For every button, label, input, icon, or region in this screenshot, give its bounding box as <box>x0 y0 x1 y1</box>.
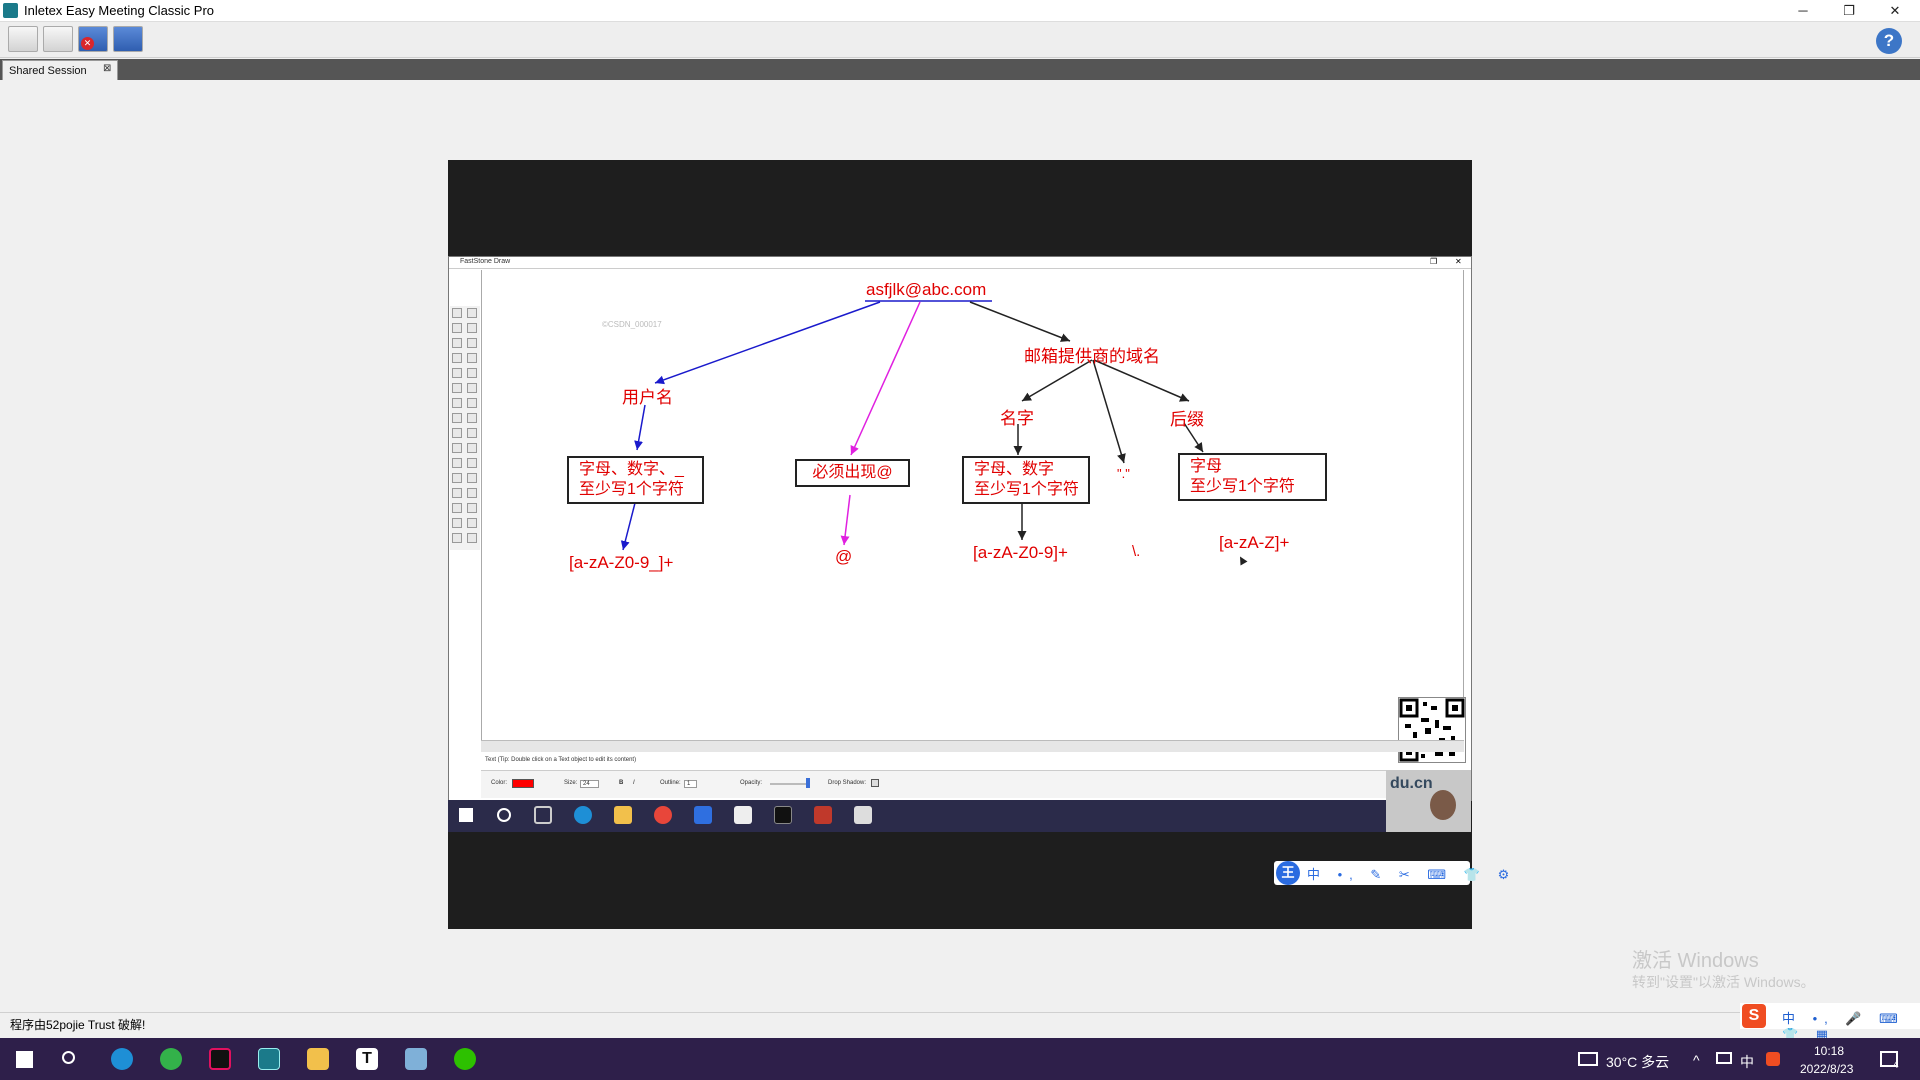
name-box-line1: 字母、数字 <box>974 461 1055 478</box>
diagram-username: 用户名 <box>622 388 673 407</box>
remote-jetbrains-icon[interactable] <box>774 806 792 824</box>
csdn-watermark: ©CSDN_000017 <box>602 320 662 329</box>
arrow-root-username <box>654 301 881 385</box>
outline-spinner[interactable]: 1 <box>684 780 698 788</box>
remote-faststone-icon[interactable] <box>814 806 832 824</box>
presenter-avatar <box>1430 790 1456 820</box>
diagram-dot-regex: \. <box>1132 543 1141 560</box>
diagram-name-regex: [a-zA-Z0-9]+ <box>973 543 1068 562</box>
faststone-hint: Text (Tip: Double click on a Text object… <box>485 757 637 763</box>
size-label: Size: <box>564 780 578 786</box>
diagram-at-box: 必须出现@ <box>795 459 910 487</box>
username-box-line2: 至少写1个字符 <box>579 481 684 498</box>
weather-icon <box>1578 1052 1598 1066</box>
clock-time[interactable]: 10:18 <box>1814 1044 1844 1058</box>
tray-chevron-icon[interactable]: ^ <box>1693 1052 1700 1068</box>
typora-icon[interactable]: T <box>356 1048 378 1070</box>
clock-date[interactable]: 2022/8/23 <box>1800 1062 1853 1076</box>
arrow-username-box <box>634 404 646 451</box>
remote-edge-icon[interactable] <box>574 806 592 824</box>
remote-chrome-icon[interactable] <box>654 806 672 824</box>
qr-pattern-icon <box>1399 698 1465 762</box>
file-explorer-icon[interactable] <box>307 1048 329 1070</box>
canvas-horizontal-scrollbar[interactable] <box>481 740 1464 752</box>
suffix-box-line1: 字母 <box>1190 458 1223 475</box>
remote-photos-icon[interactable] <box>854 806 872 824</box>
name-box-line2: 至少写1个字符 <box>974 481 1079 498</box>
sogou-ime-icon[interactable]: S <box>1742 1004 1766 1028</box>
remote-start-icon[interactable] <box>459 808 473 822</box>
bold-button[interactable]: B <box>619 780 623 786</box>
remote-ime-items[interactable]: 中 •, ✎ ✂ ⌨ 👕 ⚙ <box>1307 864 1516 883</box>
diagram-root-email: asfjlk@abc.com <box>866 280 987 299</box>
sogou-tray-icon[interactable] <box>1766 1052 1780 1066</box>
search-icon[interactable] <box>62 1051 75 1064</box>
outline-label: Outline: <box>660 780 681 786</box>
activation-watermark-title: 激活 Windows <box>1632 950 1759 972</box>
wechat-icon[interactable] <box>454 1048 476 1070</box>
network-icon[interactable] <box>1716 1052 1732 1064</box>
arrow-root-domain <box>969 301 1071 342</box>
arrow-userbox-regex <box>620 502 636 551</box>
username-box-line1: 字母、数字、_ <box>579 461 684 478</box>
diagram-username-regex: [a-zA-Z0-9_]+ <box>569 553 674 572</box>
color-picker[interactable] <box>512 779 534 788</box>
qr-code <box>1398 697 1466 763</box>
remote-notepad-icon[interactable] <box>734 806 752 824</box>
notification-count: 4 <box>1893 1060 1899 1071</box>
diagram-at-regex: @ <box>835 547 853 566</box>
notepad-icon[interactable] <box>405 1048 427 1070</box>
status-text: 程序由52pojie Trust 破解! <box>10 1018 146 1032</box>
text-properties-bar <box>481 770 1464 798</box>
opacity-slider[interactable] <box>770 783 810 785</box>
diagram-domain: 邮箱提供商的域名 <box>1024 347 1160 366</box>
intellij-icon[interactable] <box>209 1048 231 1070</box>
drop-shadow-label: Drop Shadow: <box>828 780 867 786</box>
input-language[interactable]: 中 <box>1740 1052 1754 1072</box>
color-label: Color: <box>491 780 508 786</box>
arrow-atbox-regex <box>840 494 851 546</box>
drop-shadow-checkbox[interactable] <box>871 779 879 787</box>
remote-cortana-icon[interactable] <box>497 808 511 822</box>
diagram-suffix: 后缀 <box>1170 410 1204 429</box>
size-select[interactable]: 24 <box>580 780 599 788</box>
suffix-box-line2: 至少写1个字符 <box>1190 478 1295 495</box>
weather-text[interactable]: 30°C 多云 <box>1606 1052 1669 1072</box>
edge-icon[interactable] <box>111 1048 133 1070</box>
easy-meeting-icon[interactable] <box>258 1048 280 1070</box>
diagram-suffix-regex: [a-zA-Z]+ <box>1219 533 1290 552</box>
status-bar <box>0 1012 1740 1036</box>
activation-watermark-text: 转到"设置"以激活 Windows。 <box>1632 974 1815 990</box>
webcam-logo: du.cn <box>1390 775 1433 792</box>
diagram-username-box: 字母、数字、_ 至少写1个字符 <box>567 456 704 504</box>
diagram-suffix-box: 字母 至少写1个字符 <box>1178 453 1327 501</box>
remote-folder-icon[interactable] <box>614 806 632 824</box>
diagram-name-box: 字母、数字 至少写1个字符 <box>962 456 1090 504</box>
italic-button[interactable]: I <box>633 780 635 786</box>
arrow-domain-dot <box>1092 359 1126 464</box>
browser-360-icon[interactable] <box>160 1048 182 1070</box>
remote-p-app-icon[interactable] <box>694 806 712 824</box>
diagram-dot-quote: "." <box>1117 466 1130 481</box>
remote-taskview-icon[interactable] <box>534 806 552 824</box>
opacity-slider-handle[interactable] <box>806 778 810 788</box>
diagram-name: 名字 <box>1000 409 1034 428</box>
windows-start-icon[interactable] <box>16 1051 33 1068</box>
remote-ime-logo-icon[interactable]: 王 <box>1276 861 1300 885</box>
opacity-label: Opacity: <box>740 780 763 786</box>
arrow-root-at <box>850 301 921 456</box>
diagram-arrows <box>620 300 1204 551</box>
